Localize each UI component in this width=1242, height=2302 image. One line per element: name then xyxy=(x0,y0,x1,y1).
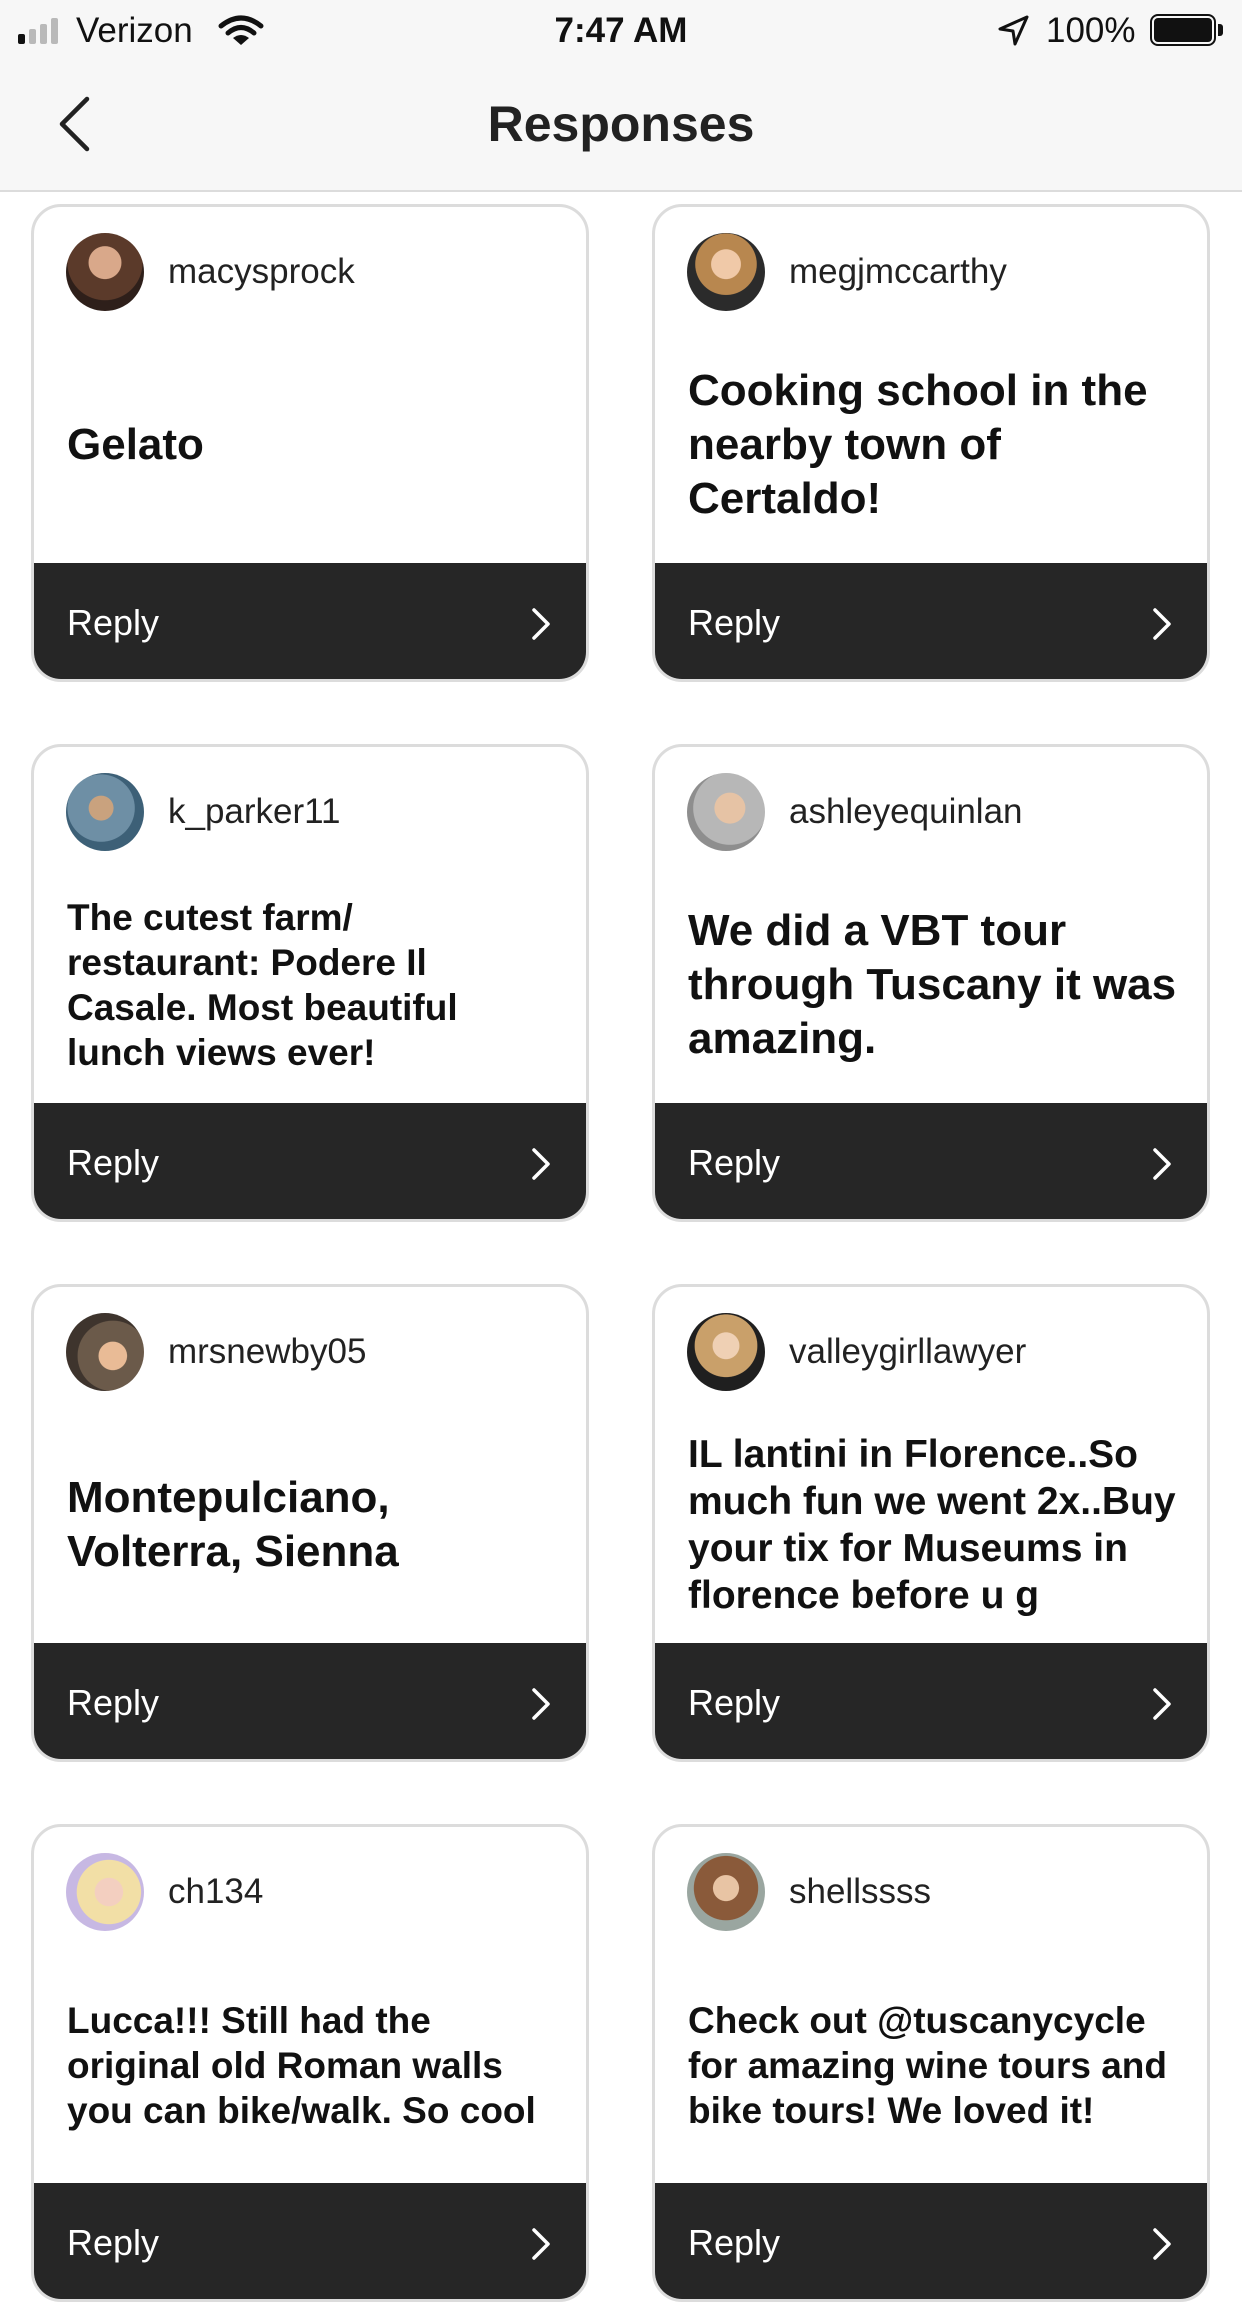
response-card: k_parker11 The cutest farm/ restaurant: … xyxy=(31,744,589,1222)
response-text: Montepulciano, Volterra, Sienna xyxy=(67,1473,399,1576)
reply-label: Reply xyxy=(67,1682,160,1723)
chevron-right-icon xyxy=(1153,2228,1171,2260)
status-bar: Verizon 7:47 AM 100% xyxy=(0,0,1242,62)
response-text: Cooking school in the nearby town of Cer… xyxy=(688,366,1148,523)
reply-label: Reply xyxy=(688,602,781,643)
response-user[interactable]: mrsnewby05 xyxy=(66,1313,366,1391)
avatar[interactable] xyxy=(687,1313,765,1391)
username[interactable]: megjmccarthy xyxy=(789,252,1007,292)
username[interactable]: k_parker11 xyxy=(168,792,341,832)
reply-button[interactable]: Reply xyxy=(655,1103,1207,1219)
avatar[interactable] xyxy=(687,233,765,311)
username[interactable]: valleygirllawyer xyxy=(789,1332,1026,1372)
response-text: Lucca!!! Still had the original old Roma… xyxy=(67,1999,536,2131)
chevron-right-icon xyxy=(1153,1688,1171,1720)
response-user[interactable]: ashleyequinlan xyxy=(687,773,1023,851)
reply-button[interactable]: Reply xyxy=(34,1103,586,1219)
response-card: megjmccarthy Cooking school in the nearb… xyxy=(652,204,1210,682)
reply-button[interactable]: Reply xyxy=(34,2183,586,2299)
reply-button[interactable]: Reply xyxy=(34,563,586,679)
response-user[interactable]: megjmccarthy xyxy=(687,233,1007,311)
response-text: We did a VBT tour through Tuscany it was… xyxy=(688,906,1177,1063)
response-user[interactable]: shellssss xyxy=(687,1853,931,1931)
response-card: mrsnewby05 Montepulciano, Volterra, Sien… xyxy=(31,1284,589,1762)
battery-percentage: 100% xyxy=(1046,11,1136,50)
avatar[interactable] xyxy=(687,1853,765,1931)
reply-button[interactable]: Reply xyxy=(655,563,1207,679)
chevron-right-icon xyxy=(532,1148,550,1180)
avatar[interactable] xyxy=(687,773,765,851)
reply-button[interactable]: Reply xyxy=(655,1643,1207,1759)
response-user[interactable]: valleygirllawyer xyxy=(687,1313,1026,1391)
response-text: The cutest farm/ restaurant: Podere Il C… xyxy=(67,897,458,1073)
reply-label: Reply xyxy=(67,1142,160,1183)
avatar[interactable] xyxy=(66,773,144,851)
reply-label: Reply xyxy=(67,602,160,643)
avatar[interactable] xyxy=(66,1853,144,1931)
username[interactable]: shellssss xyxy=(789,1872,931,1912)
chevron-right-icon xyxy=(532,2228,550,2260)
reply-label: Reply xyxy=(67,2222,160,2263)
response-text: Gelato xyxy=(67,420,204,469)
responses-grid: macysprock Gelato Reply megjmccarthy Coo… xyxy=(0,192,1242,2302)
avatar[interactable] xyxy=(66,1313,144,1391)
response-card: ashleyequinlan We did a VBT tour through… xyxy=(652,744,1210,1222)
reply-label: Reply xyxy=(688,2222,781,2263)
reply-label: Reply xyxy=(688,1682,781,1723)
navigation-bar: Responses xyxy=(0,62,1242,192)
avatar[interactable] xyxy=(66,233,144,311)
page-title: Responses xyxy=(487,96,755,152)
response-card: shellssss Check out @tuscanycycle for am… xyxy=(652,1824,1210,2302)
username[interactable]: ch134 xyxy=(168,1872,263,1912)
location-arrow-icon xyxy=(998,15,1029,46)
response-text: IL lantini in Florence..So much fun we w… xyxy=(688,1433,1176,1617)
chevron-right-icon xyxy=(1153,608,1171,640)
response-text: Check out @tuscanycycle for amazing wine… xyxy=(688,1999,1167,2131)
reply-label: Reply xyxy=(688,1142,781,1183)
username[interactable]: ashleyequinlan xyxy=(789,792,1023,832)
reply-button[interactable]: Reply xyxy=(34,1643,586,1759)
chevron-right-icon xyxy=(1153,1148,1171,1180)
response-user[interactable]: ch134 xyxy=(66,1853,263,1931)
response-user[interactable]: macysprock xyxy=(66,233,355,311)
chevron-right-icon xyxy=(532,608,550,640)
response-card: valleygirllawyer IL lantini in Florence.… xyxy=(652,1284,1210,1762)
reply-button[interactable]: Reply xyxy=(655,2183,1207,2299)
username[interactable]: mrsnewby05 xyxy=(168,1332,366,1372)
response-user[interactable]: k_parker11 xyxy=(66,773,341,851)
response-card: ch134 Lucca!!! Still had the original ol… xyxy=(31,1824,589,2302)
response-card: macysprock Gelato Reply xyxy=(31,204,589,682)
username[interactable]: macysprock xyxy=(168,252,355,292)
chevron-right-icon xyxy=(532,1688,550,1720)
battery-icon xyxy=(1150,14,1224,48)
